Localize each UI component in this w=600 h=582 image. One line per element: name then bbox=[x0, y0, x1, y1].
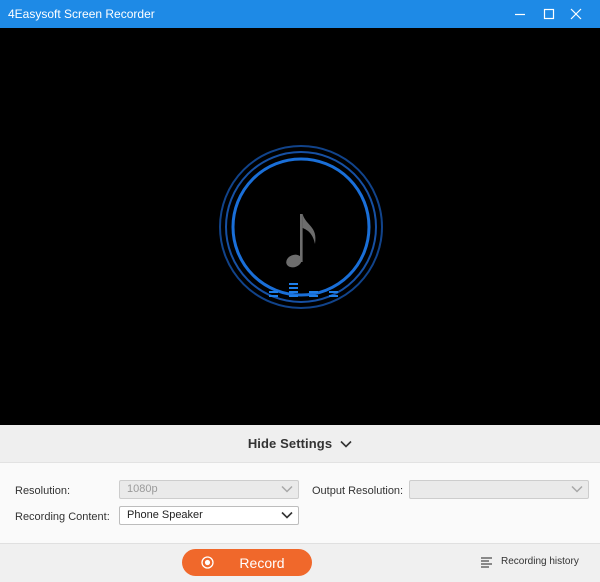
chevron-down-icon bbox=[340, 440, 352, 448]
maximize-icon bbox=[543, 8, 555, 20]
title-bar: 4Easysoft Screen Recorder bbox=[0, 0, 600, 28]
chevron-down-icon bbox=[281, 511, 293, 519]
window-title: 4Easysoft Screen Recorder bbox=[8, 7, 155, 21]
recording-content-select[interactable]: Phone Speaker bbox=[119, 506, 299, 525]
settings-panel: Resolution: 1080p Output Resolution: Rec… bbox=[0, 463, 600, 543]
chevron-down-icon bbox=[571, 485, 583, 493]
close-icon bbox=[570, 8, 582, 20]
chevron-down-icon bbox=[281, 485, 293, 493]
recording-content-value: Phone Speaker bbox=[127, 509, 203, 521]
audio-visualizer bbox=[219, 145, 383, 309]
resolution-value: 1080p bbox=[127, 483, 158, 495]
record-button[interactable]: Record bbox=[182, 549, 312, 576]
output-resolution-select[interactable] bbox=[409, 480, 589, 499]
hide-settings-label: Hide Settings bbox=[247, 436, 333, 451]
minimize-button[interactable] bbox=[505, 0, 535, 28]
maximize-button[interactable] bbox=[534, 0, 564, 28]
resolution-label: Resolution: bbox=[15, 485, 71, 497]
recording-content-label: Recording Content: bbox=[15, 511, 110, 523]
minimize-icon bbox=[515, 13, 525, 16]
recording-preview bbox=[0, 28, 600, 425]
close-button[interactable] bbox=[561, 0, 591, 28]
output-resolution-label: Output Resolution: bbox=[312, 485, 404, 497]
list-icon bbox=[481, 557, 492, 568]
music-note-icon bbox=[286, 214, 316, 268]
settings-header: Hide Settings bbox=[0, 425, 600, 463]
resolution-select[interactable]: 1080p bbox=[119, 480, 299, 499]
hide-settings-toggle[interactable]: Hide Settings bbox=[0, 425, 600, 462]
bottom-bar: Record Recording history bbox=[0, 543, 600, 582]
recording-history-button[interactable]: Recording history bbox=[480, 556, 579, 568]
record-label: Record bbox=[239, 555, 285, 571]
recording-history-label: Recording history bbox=[501, 556, 579, 567]
